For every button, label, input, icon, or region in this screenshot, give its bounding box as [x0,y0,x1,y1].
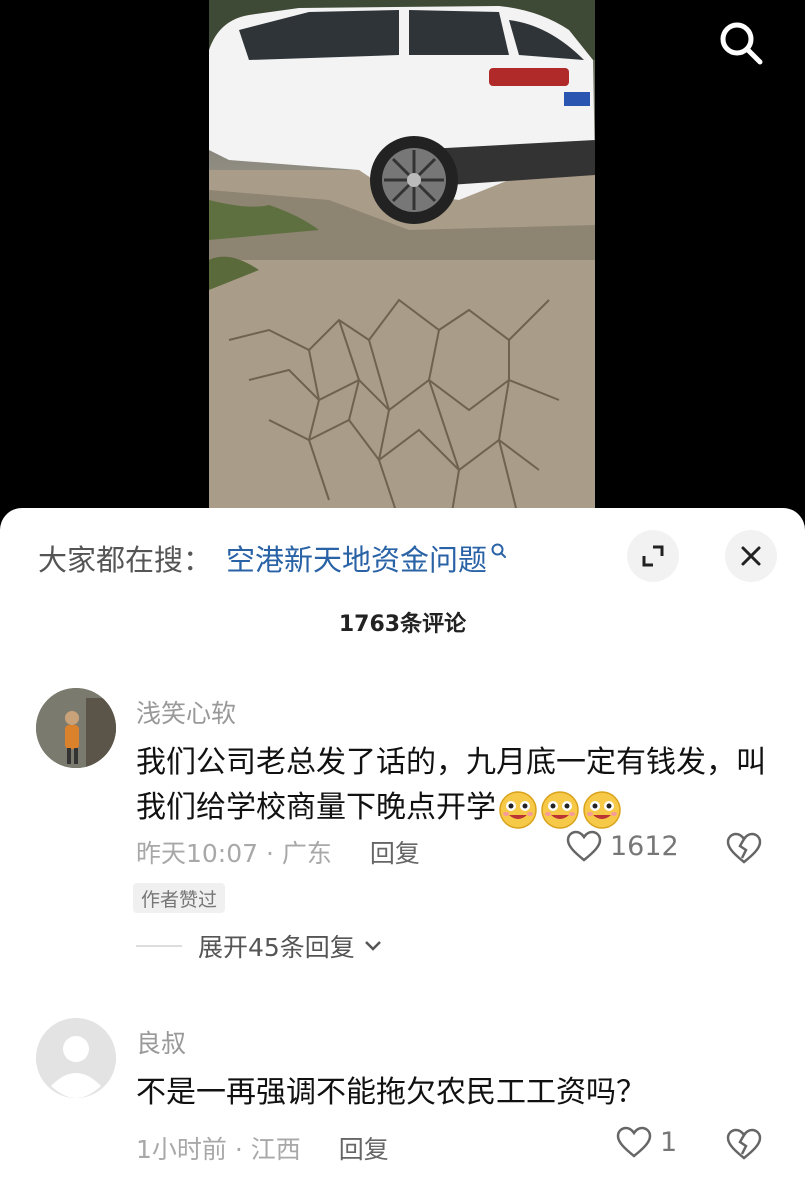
like-count: 1612 [610,830,679,862]
broken-heart-icon [726,832,762,864]
search-icon [720,22,763,65]
divider-line [136,945,182,947]
comment-username[interactable]: 良叔 [136,1024,186,1060]
like-button[interactable]: 1 [616,1126,677,1158]
search-icon [491,543,507,558]
video-still-image [209,0,595,540]
comment-time-location: 1小时前 · 江西 [136,1135,301,1164]
expand-replies-button[interactable]: 展开45条回复 [136,928,383,964]
grinning-face-icon [541,790,579,829]
comment-text: 我们公司老总发了话的，九月底一定有钱发，叫我们给学校商量下晚点开学 [136,740,776,831]
comment-username[interactable]: 浅笑心软 [136,694,236,730]
like-button[interactable]: 1612 [566,830,679,862]
heart-outline-icon [616,1126,652,1158]
comment-meta: 1小时前 · 江西 回复 [136,1130,389,1166]
expand-button[interactable] [627,530,679,582]
grinning-face-icon [583,790,621,829]
grinning-face-icon [499,790,537,829]
chevron-down-icon [364,941,381,951]
dislike-button[interactable] [726,1128,762,1164]
expand-replies-label: 展开45条回复 [198,933,355,962]
emoji-group [498,786,624,831]
comments-count: 1763条评论 [338,612,467,637]
avatar[interactable] [36,688,116,768]
comment-body: 我们公司老总发了话的，九月底一定有钱发，叫我们给学校商量下晚点开学 [136,745,766,825]
heart-outline-icon [566,830,602,862]
close-icon [741,546,761,566]
search-button[interactable] [712,14,770,72]
avatar[interactable] [36,1018,116,1098]
comment-meta: 昨天10:07 · 广东 回复 [136,834,420,870]
close-button[interactable] [725,530,777,582]
reply-button[interactable]: 回复 [339,1130,389,1166]
hot-search-bar: 大家都在搜： 空港新天地资金问题 [38,536,508,580]
default-avatar-icon [36,1018,116,1098]
hot-search-link[interactable]: 空港新天地资金问题 [226,537,487,579]
comment-text: 不是一再强调不能拖欠农民工工资吗？ [136,1075,646,1110]
expand-icon [642,545,664,567]
author-liked-badge: 作者赞过 [133,883,226,913]
reply-button[interactable]: 回复 [370,834,420,870]
video-player[interactable] [0,0,805,540]
video-frame[interactable] [209,0,595,540]
like-count: 1 [660,1126,678,1158]
comments-panel: 大家都在搜： 空港新天地资金问题 1763条评论 浅笑心软 我们公司老总发了话的… [0,508,805,1200]
broken-heart-icon [726,1128,762,1160]
dislike-button[interactable] [726,832,762,868]
hot-search-prefix: 大家都在搜： [38,543,213,577]
comment-time-location: 昨天10:07 · 广东 [136,839,332,868]
